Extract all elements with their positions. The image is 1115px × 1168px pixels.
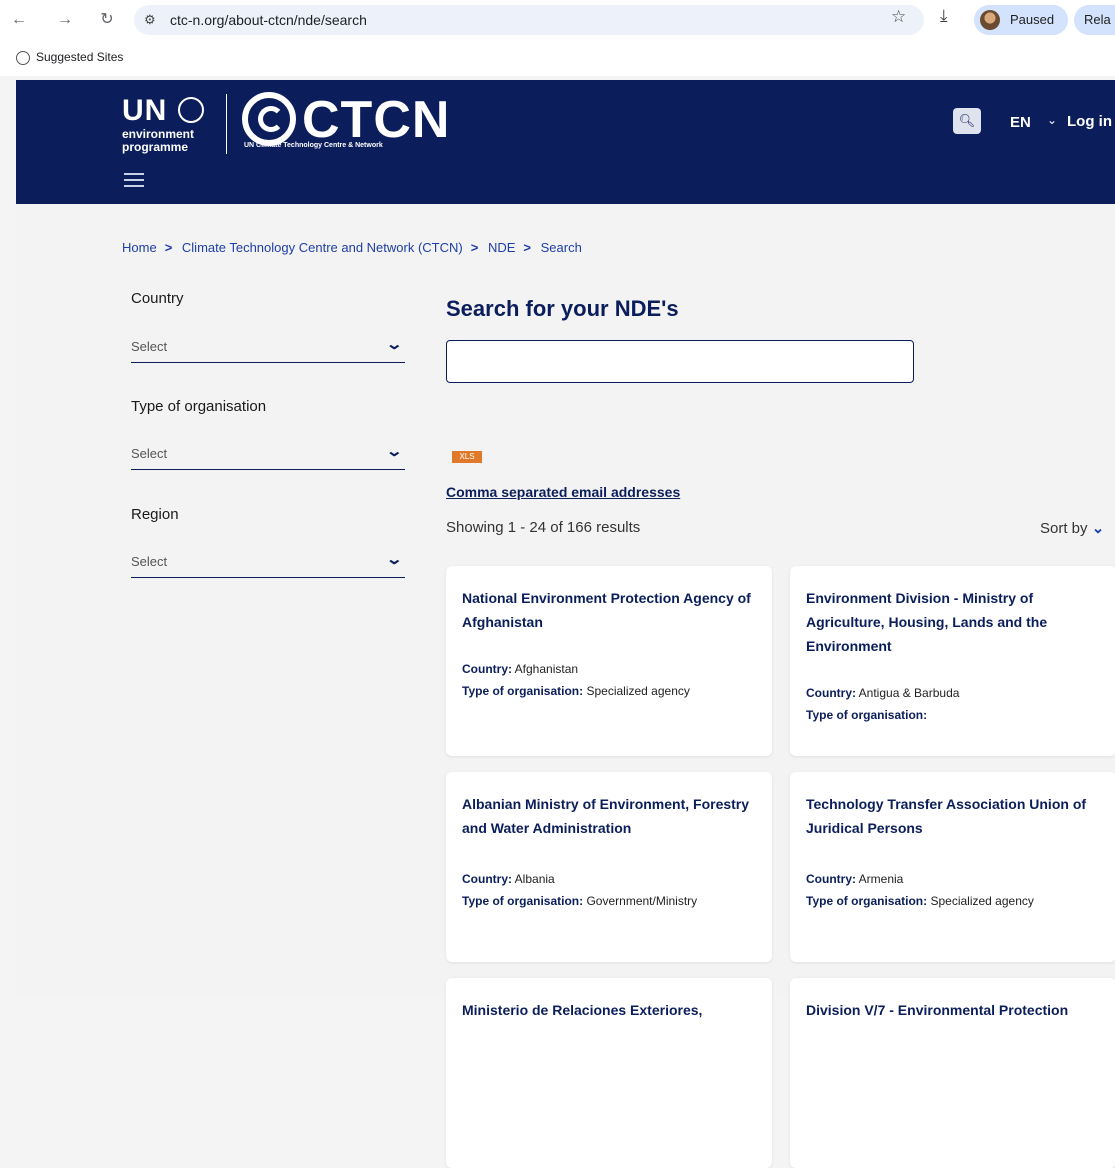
chevron-right-icon: >	[470, 240, 479, 255]
sort-by-label: Sort by	[1040, 520, 1088, 537]
country-label: Country:	[462, 662, 512, 676]
country-select[interactable]: Select ⌄	[131, 335, 405, 363]
bookmark-suggested-sites[interactable]: Suggested Sites	[36, 50, 123, 64]
card-org-type: Type of organisation: Government/Ministr…	[462, 894, 697, 908]
chevron-down-icon: ⌄	[385, 336, 404, 353]
email-addresses-link[interactable]: Comma separated email addresses	[446, 484, 680, 500]
card-title[interactable]: Technology Transfer Association Union of…	[806, 792, 1100, 840]
download-icon[interactable]: ⤓	[940, 6, 948, 26]
ctcn-subtitle: UN Climate Technology Centre & Network	[244, 142, 383, 149]
card-country: Country: Antigua & Barbuda	[806, 686, 959, 700]
chevron-down-icon: ⌄	[1091, 520, 1105, 537]
card-country-value: Albania	[514, 872, 555, 886]
page-title: Search for your NDE's	[446, 296, 679, 321]
forward-icon[interactable]: →	[54, 9, 76, 31]
card-org-type: Type of organisation: Specialized agency	[806, 894, 1034, 908]
card-country-value: Armenia	[858, 872, 904, 886]
card-title[interactable]: Ministerio de Relaciones Exteriores,	[462, 998, 756, 1022]
chevron-right-icon: >	[164, 240, 173, 255]
region-filter-label: Region	[131, 506, 179, 523]
xls-export-button[interactable]: XLS	[452, 451, 482, 463]
card-title[interactable]: National Environment Protection Agency o…	[462, 586, 756, 634]
card-title[interactable]: Division V/7 - Environmental Protection	[806, 998, 1100, 1022]
browser-toolbar: ← → ↻ ⚙ ctc-n.org/about-ctcn/nde/search …	[0, 0, 1115, 40]
breadcrumb-home[interactable]: Home	[122, 240, 157, 255]
bookmarks-bar: Suggested Sites	[0, 40, 1115, 76]
relaunch-label: Rela	[1084, 12, 1111, 27]
region-select[interactable]: Select ⌄	[131, 550, 405, 578]
card-title[interactable]: Environment Division - Ministry of Agric…	[806, 586, 1100, 658]
org-type-select-value: Select	[131, 446, 168, 461]
country-filter-label: Country	[131, 290, 184, 307]
breadcrumb-nde[interactable]: NDE	[488, 240, 515, 255]
nde-card[interactable]: Technology Transfer Association Union of…	[790, 772, 1115, 962]
results-count: Showing 1 - 24 of 166 results	[446, 519, 641, 536]
ctcn-logo-text[interactable]: CTCN	[302, 92, 450, 148]
language-selector[interactable]: EN	[1010, 114, 1031, 131]
org-type-label: Type of organisation:	[806, 894, 928, 908]
org-type-label: Type of organisation:	[462, 684, 584, 698]
page-content: Home > Climate Technology Centre and Netw…	[16, 204, 1115, 1168]
breadcrumb-ctcn[interactable]: Climate Technology Centre and Network (C…	[182, 240, 463, 255]
login-link[interactable]: Log in	[1067, 113, 1112, 130]
bookmark-star-icon[interactable]: ☆	[891, 7, 906, 27]
org-type-label: Type of organisation:	[806, 708, 928, 722]
nde-card[interactable]: Division V/7 - Environmental Protection	[790, 978, 1115, 1168]
url-text[interactable]: ctc-n.org/about-ctcn/nde/search	[170, 12, 367, 28]
profile-button[interactable]: Paused	[974, 5, 1068, 35]
country-label: Country:	[462, 872, 512, 886]
country-label: Country:	[806, 872, 856, 886]
country-select-value: Select	[131, 339, 168, 354]
unep-un-text: UN	[122, 94, 168, 127]
unep-name: environment programme	[122, 128, 194, 154]
card-country-value: Afghanistan	[514, 662, 579, 676]
ctcn-c-icon	[242, 92, 296, 146]
chevron-down-icon[interactable]: ⌄	[1047, 113, 1057, 127]
address-bar[interactable]: ⚙ ctc-n.org/about-ctcn/nde/search	[134, 5, 924, 35]
card-org-type: Type of organisation:	[806, 708, 927, 722]
card-country-value: Antigua & Barbuda	[858, 686, 960, 700]
profile-label: Paused	[1010, 12, 1055, 27]
logo-divider	[226, 94, 227, 154]
back-icon[interactable]: ←	[8, 9, 30, 31]
search-input[interactable]	[446, 340, 914, 383]
org-type-filter-label: Type of organisation	[131, 398, 267, 415]
reload-icon[interactable]: ↻	[96, 9, 118, 31]
sort-by-dropdown[interactable]: Sort by ⌄	[1040, 519, 1104, 537]
un-emblem-icon	[178, 97, 204, 123]
search-icon[interactable]: 🔍︎	[953, 108, 981, 134]
chevron-right-icon: >	[523, 240, 531, 255]
relaunch-button[interactable]: Rela	[1074, 5, 1115, 35]
card-title[interactable]: Albanian Ministry of Environment, Forest…	[462, 792, 756, 840]
nde-card[interactable]: Ministerio de Relaciones Exteriores,	[446, 978, 772, 1168]
globe-icon	[16, 51, 30, 65]
site-header: UN environment programme CTCN UN Climate…	[16, 80, 1115, 204]
menu-icon[interactable]	[124, 173, 144, 187]
avatar	[980, 10, 1000, 30]
card-country: Country: Albania	[462, 872, 555, 886]
org-type-select[interactable]: Select ⌄	[131, 442, 405, 470]
breadcrumb: Home > Climate Technology Centre and Netw…	[122, 240, 588, 255]
nde-card[interactable]: Environment Division - Ministry of Agric…	[790, 566, 1115, 756]
region-select-value: Select	[131, 554, 168, 569]
org-type-label: Type of organisation:	[462, 894, 584, 908]
nde-card[interactable]: National Environment Protection Agency o…	[446, 566, 772, 756]
card-org-type: Type of organisation: Specialized agency	[462, 684, 690, 698]
card-org-type-value: Government/Ministry	[586, 894, 698, 908]
site-info-icon[interactable]: ⚙	[144, 12, 160, 28]
chevron-down-icon: ⌄	[385, 443, 404, 460]
unep-line2: programme	[122, 140, 189, 154]
card-org-type-value: Specialized agency	[930, 894, 1034, 908]
nde-card[interactable]: Albanian Ministry of Environment, Forest…	[446, 772, 772, 962]
card-org-type-value: Specialized agency	[586, 684, 690, 698]
breadcrumb-search: Search	[540, 240, 582, 255]
chevron-down-icon: ⌄	[385, 551, 404, 568]
card-country: Country: Armenia	[806, 872, 903, 886]
card-country: Country: Afghanistan	[462, 662, 578, 676]
country-label: Country:	[806, 686, 856, 700]
